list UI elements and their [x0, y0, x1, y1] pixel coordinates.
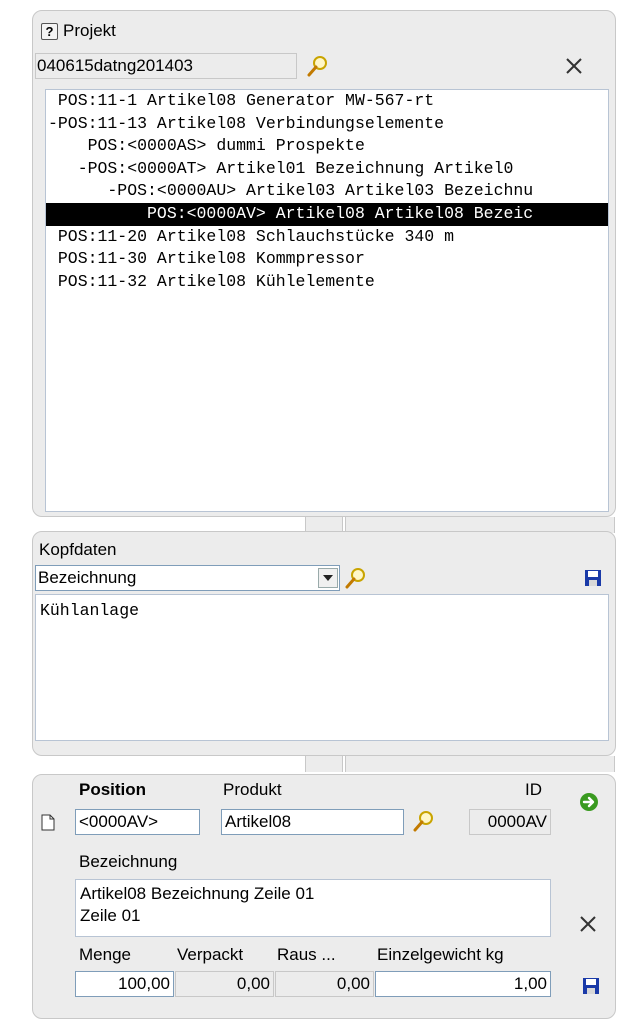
projekt-panel: ? Projekt 040615datng201403 POS:11-1 Art… — [32, 10, 616, 517]
id-field: 0000AV — [469, 809, 551, 835]
bezeichnung-text[interactable]: Artikel08 Bezeichnung Zeile 01 Zeile 01 — [75, 879, 551, 937]
tree-row[interactable]: POS:11-32 Artikel08 Kühlelemente — [46, 271, 608, 294]
tree-row[interactable]: POS:11-1 Artikel08 Generator MW-567-rt — [46, 90, 608, 113]
document-icon[interactable] — [39, 811, 57, 833]
projekt-title: Projekt — [63, 21, 116, 40]
search-icon[interactable] — [305, 52, 331, 80]
tree-row[interactable]: -POS:11-13 Artikel08 Verbindungselemente — [46, 113, 608, 136]
tree-row[interactable]: -POS:<0000AU> Artikel03 Artikel03 Bezeic… — [46, 180, 608, 203]
search-icon[interactable] — [411, 807, 437, 835]
close-icon[interactable] — [575, 911, 601, 937]
field-select-value: Bezeichnung — [38, 568, 137, 587]
position-label: Position — [79, 780, 147, 799]
search-icon[interactable] — [343, 564, 369, 592]
raus-label: Raus ... — [277, 945, 336, 964]
chevron-down-icon[interactable] — [318, 568, 338, 588]
tree-row-selected[interactable]: POS:<0000AV> Artikel08 Artikel08 Bezeic — [46, 202, 608, 226]
field-select[interactable]: Bezeichnung — [35, 565, 340, 591]
save-icon[interactable] — [583, 568, 603, 588]
produkt-label: Produkt — [223, 780, 282, 799]
tree-row[interactable]: POS:<0000AS> dummi Prospekte — [46, 135, 608, 158]
tree-row[interactable]: POS:11-20 Artikel08 Schlauchstücke 340 m — [46, 226, 608, 249]
project-number-field[interactable]: 040615datng201403 — [35, 53, 297, 79]
tree-row[interactable]: -POS:<0000AT> Artikel01 Bezeichnung Arti… — [46, 158, 608, 181]
produkt-field[interactable]: Artikel08 — [221, 809, 404, 835]
verpackt-field: 0,00 — [175, 971, 274, 997]
position-field[interactable]: <0000AV> — [75, 809, 200, 835]
kopfdaten-panel: Kopfdaten Bezeichnung Kühlanlage — [32, 531, 616, 756]
splitter-bar — [345, 756, 615, 772]
bezeichnung-label: Bezeichnung — [79, 852, 178, 871]
einzelgewicht-field[interactable]: 1,00 — [375, 971, 551, 997]
close-icon[interactable] — [561, 53, 587, 79]
splitter-handle[interactable] — [305, 756, 343, 772]
menge-field[interactable]: 100,00 — [75, 971, 174, 997]
kopfdaten-title: Kopfdaten — [39, 540, 117, 559]
verpackt-label: Verpackt — [177, 945, 244, 964]
kopfdaten-text[interactable]: Kühlanlage — [35, 594, 609, 741]
position-tree[interactable]: POS:11-1 Artikel08 Generator MW-567-rt -P… — [45, 89, 609, 512]
tree-row[interactable]: POS:11-30 Artikel08 Kommpressor — [46, 248, 608, 271]
einzelgewicht-label: Einzelgewicht kg — [377, 945, 504, 964]
id-label: ID — [525, 780, 542, 799]
position-panel: Position Produkt ID <0000AV> Artikel08 0… — [32, 774, 616, 1019]
menge-label: Menge — [79, 945, 131, 964]
raus-field: 0,00 — [275, 971, 374, 997]
go-forward-icon[interactable] — [578, 791, 600, 813]
save-icon[interactable] — [581, 976, 601, 996]
help-icon[interactable]: ? — [41, 23, 58, 40]
